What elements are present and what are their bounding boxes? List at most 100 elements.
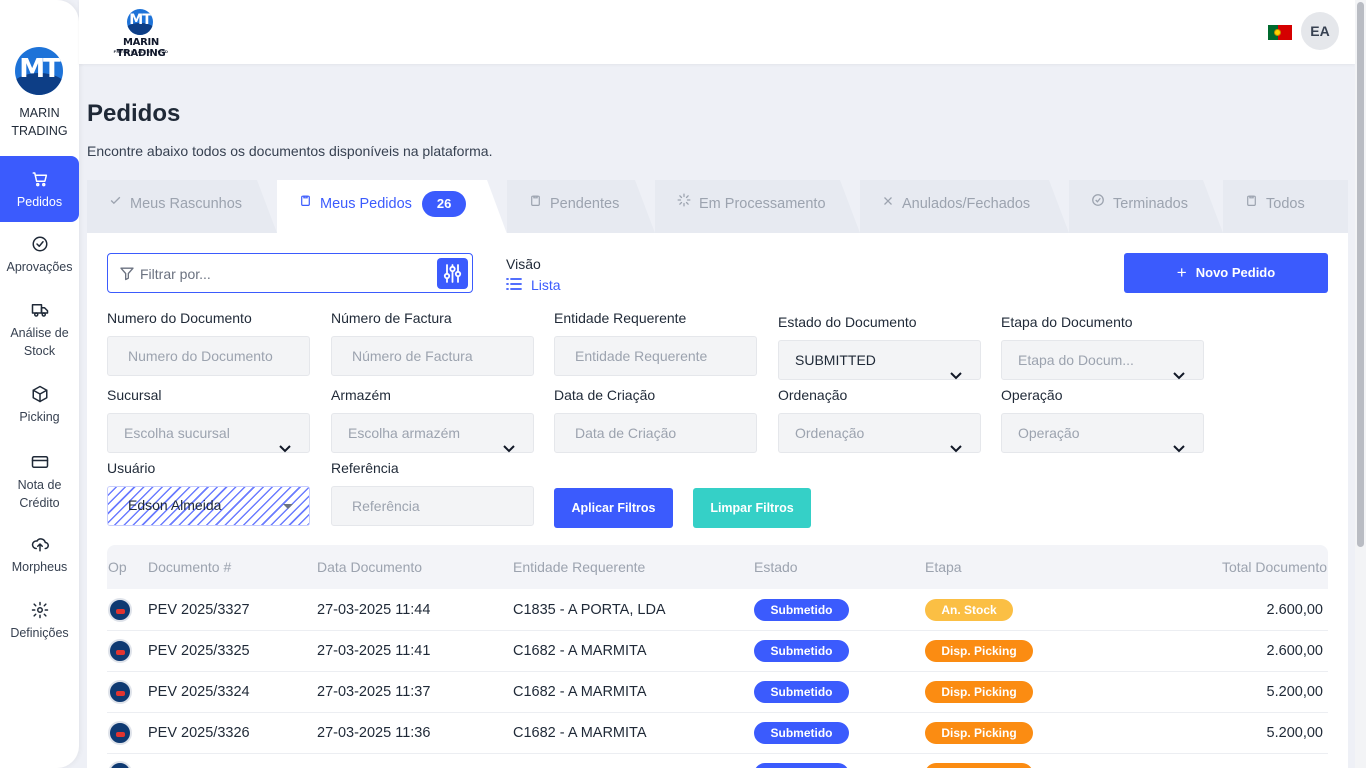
cell-data: 27-03-2025 11:36	[317, 725, 431, 741]
page-title: Pedidos	[87, 100, 181, 127]
operacao-select[interactable]: Operação	[1001, 413, 1204, 453]
cell-data: 27-03-2025 11:41	[317, 643, 431, 659]
ordenacao-select[interactable]: Ordenação	[778, 413, 981, 453]
filter-search	[107, 253, 473, 293]
sucursal-select[interactable]: Escolha sucursal	[107, 413, 310, 453]
label-etapa-documento: Etapa do Documento	[1001, 314, 1133, 330]
table-row[interactable]	[107, 672, 1328, 713]
sidebar-item-picking[interactable]: Picking	[0, 385, 79, 426]
sidebar-item-definicoes[interactable]: Definições	[0, 601, 79, 642]
estado-documento-select[interactable]: SUBMITTED	[778, 340, 981, 380]
armazem-select[interactable]: Escolha armazém	[331, 413, 534, 453]
sidebar-item-pedidos[interactable]: Pedidos	[0, 156, 79, 222]
operation-logo-icon	[108, 721, 132, 745]
portugal-flag-icon[interactable]	[1268, 25, 1292, 40]
tab-pendentes[interactable]: Pendentes	[507, 180, 655, 233]
top-bar: MT MARIN TRADING FRESH HEALTHY FOOD EA	[79, 0, 1355, 64]
label-operacao: Operação	[1001, 387, 1063, 403]
stage-badge: An. Stock	[925, 599, 1013, 621]
label-estado-documento: Estado do Documento	[778, 314, 917, 330]
status-badge: Submetido	[754, 640, 849, 662]
clipboard-icon	[1245, 179, 1258, 227]
brand-name: MARIN TRADING	[11, 106, 68, 138]
data-criacao-field[interactable]: Data de Criação	[554, 413, 757, 453]
status-badge: Submetido	[754, 681, 849, 703]
sidebar-item-aprovacoes[interactable]: Aprovações	[0, 235, 79, 276]
column-header-entidade[interactable]: Entidade Requerente	[513, 559, 645, 575]
avatar[interactable]: EA	[1301, 12, 1339, 50]
label-numero-documento: Numero do Documento	[107, 310, 252, 326]
filter-settings-button[interactable]	[437, 258, 468, 289]
column-header-op: Op	[108, 559, 127, 575]
sidebar-item-morpheus[interactable]: Morpheus	[0, 535, 79, 576]
page-scrollbar[interactable]	[1355, 0, 1366, 768]
chevron-down-icon	[503, 429, 515, 467]
table-row[interactable]	[107, 631, 1328, 672]
cell-entidade: C1682 - A MARMITA	[513, 725, 647, 741]
cell-total: 5.200,00	[1266, 725, 1323, 741]
top-brand-logo[interactable]: MT MARIN TRADING FRESH HEALTHY FOOD	[99, 9, 183, 59]
view-toggle[interactable]: Lista	[506, 277, 561, 293]
table-row[interactable]	[107, 713, 1328, 754]
clipboard-icon	[299, 179, 312, 227]
column-header-documento[interactable]: Documento #	[148, 559, 231, 575]
status-badge	[754, 763, 849, 768]
numero-documento-field[interactable]: Numero do Documento	[107, 336, 310, 376]
clear-filters-button[interactable]: Limpar Filtros	[693, 488, 811, 528]
chevron-down-icon	[950, 429, 962, 467]
cell-documento[interactable]: PEV 2025/3327	[148, 602, 250, 618]
operation-logo-icon	[108, 680, 132, 704]
credit-card-icon	[31, 453, 49, 471]
table-row[interactable]	[107, 590, 1328, 631]
label-numero-factura: Número de Factura	[331, 310, 452, 326]
view-label: Visão	[506, 256, 541, 272]
truck-icon	[31, 301, 49, 319]
gear-icon	[31, 601, 49, 619]
column-header-etapa[interactable]: Etapa	[925, 559, 962, 575]
tab-todos[interactable]: Todos	[1223, 180, 1348, 233]
page-subtitle: Encontre abaixo todos os documentos disp…	[87, 143, 493, 159]
check-icon	[109, 179, 122, 227]
column-header-estado[interactable]: Estado	[754, 559, 798, 575]
brand-logo[interactable]: MT	[15, 47, 63, 95]
cell-entidade: C1835 - A PORTA, LDA	[513, 602, 666, 618]
new-order-button[interactable]: + Novo Pedido	[1124, 253, 1328, 293]
tab-meus-pedidos[interactable]: Meus Pedidos 26	[277, 180, 507, 234]
referencia-field[interactable]: Referência	[331, 486, 534, 526]
close-icon	[882, 179, 894, 227]
numero-factura-field[interactable]: Número de Factura	[331, 336, 534, 376]
tab-anulados-fechados[interactable]: Anulados/Fechados	[860, 180, 1069, 233]
operation-logo-icon	[108, 598, 132, 622]
tab-terminados[interactable]: Terminados	[1069, 180, 1223, 233]
filter-icon	[119, 265, 135, 287]
tab-em-processamento[interactable]: Em Processamento	[655, 180, 860, 233]
sidebar-item-analise-stock[interactable]: Análise de Stock	[0, 301, 79, 360]
scrollbar-thumb[interactable]	[1357, 2, 1364, 547]
etapa-documento-select[interactable]: Etapa do Docum...	[1001, 340, 1204, 380]
cell-total: 5.200,00	[1266, 684, 1323, 700]
table-header	[107, 545, 1328, 589]
operation-logo-icon	[108, 639, 132, 663]
column-header-data[interactable]: Data Documento	[317, 559, 422, 575]
cell-entidade: C1682 - A MARMITA	[513, 684, 647, 700]
usuario-select[interactable]: Edson Almeida	[107, 486, 310, 526]
filter-input[interactable]	[140, 263, 430, 285]
list-icon	[506, 277, 522, 293]
stage-badge: Disp. Picking	[925, 681, 1033, 703]
stage-badge: Disp. Picking	[925, 722, 1033, 744]
cell-documento[interactable]: PEV 2025/3326	[148, 725, 250, 741]
tab-meus-rascunhos[interactable]: Meus Rascunhos	[87, 180, 277, 233]
spinner-icon	[677, 179, 691, 227]
label-data-criacao: Data de Criação	[554, 387, 656, 403]
caret-down-icon	[283, 504, 293, 509]
chevron-down-icon	[950, 356, 962, 394]
apply-filters-button[interactable]: Aplicar Filtros	[554, 488, 673, 528]
check-circle-icon	[31, 235, 49, 253]
cell-documento[interactable]: PEV 2025/3324	[148, 684, 250, 700]
column-header-total[interactable]: Total Documento	[1222, 559, 1327, 575]
cell-data: 27-03-2025 11:37	[317, 684, 431, 700]
count-badge: 26	[422, 191, 466, 217]
cell-documento[interactable]: PEV 2025/3325	[148, 643, 250, 659]
entidade-requerente-field[interactable]: Entidade Requerente	[554, 336, 757, 376]
sidebar-item-nota-credito[interactable]: Nota de Crédito	[0, 453, 79, 512]
